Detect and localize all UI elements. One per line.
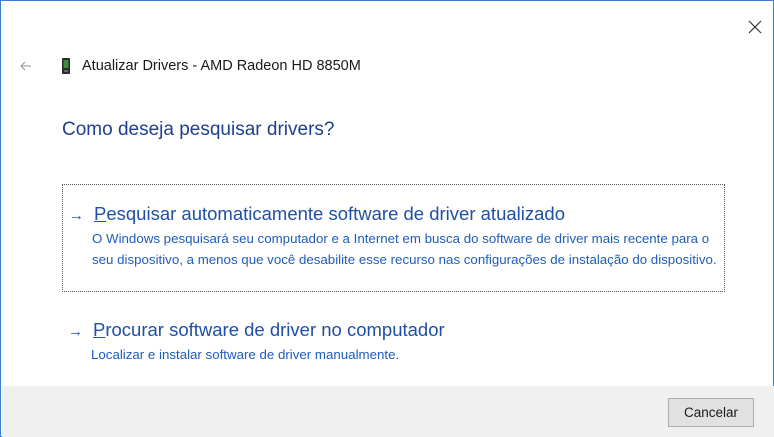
option-label: Procurar software de driver no computado…: [93, 319, 445, 340]
option-title: → Pesquisar automaticamente software de …: [69, 203, 724, 225]
option-title: → Procurar software de driver no computa…: [68, 319, 725, 341]
dialog-window: Atualizar Drivers - AMD Radeon HD 8850M …: [0, 0, 774, 437]
title-text: Atualizar Drivers - AMD Radeon HD 8850M: [82, 58, 361, 74]
dialog-footer: Cancelar: [2, 386, 774, 437]
display-adapter-icon: [61, 57, 71, 75]
cancel-button[interactable]: Cancelar: [668, 398, 754, 427]
option-description: O Windows pesquisará seu computador e a …: [92, 231, 717, 267]
close-icon: [748, 20, 762, 34]
arrow-right-icon: →: [68, 323, 83, 340]
dialog-title: Atualizar Drivers - AMD Radeon HD 8850M: [61, 57, 361, 75]
back-arrow-icon: [20, 61, 31, 71]
page-heading: Como deseja pesquisar drivers?: [62, 119, 335, 140]
option-description: Localizar e instalar software de driver …: [91, 347, 400, 362]
option-label: Pesquisar automaticamente software de dr…: [94, 203, 565, 224]
search-automatically-option[interactable]: → Pesquisar automaticamente software de …: [62, 184, 725, 292]
arrow-right-icon: →: [69, 207, 84, 224]
close-button[interactable]: [739, 13, 771, 41]
browse-computer-option[interactable]: → Procurar software de driver no computa…: [62, 319, 725, 373]
back-button[interactable]: [15, 55, 37, 77]
